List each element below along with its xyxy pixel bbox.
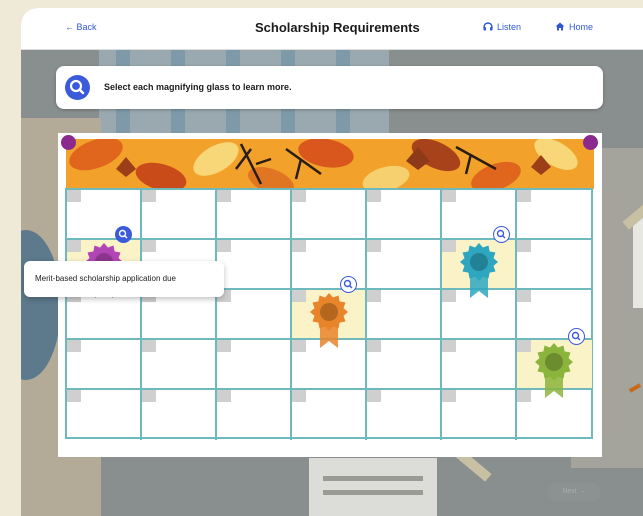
date-tab [67,390,81,402]
date-tab [442,340,456,352]
award-ribbon-icon [460,243,498,298]
date-tab [367,290,381,302]
pin-left [61,135,76,150]
date-tab [517,290,531,302]
home-button[interactable]: Home [555,22,593,32]
magnifier-button[interactable] [340,276,357,293]
calendar-cell [367,340,442,390]
date-tab [67,340,81,352]
home-icon [555,22,565,31]
calendar-grid [65,188,593,440]
magnifier-button[interactable] [568,328,585,345]
calendar-cell [367,390,442,440]
calendar-cell [217,240,292,290]
date-tab [292,340,306,352]
calendar-cell [517,240,592,290]
date-tab [517,240,531,252]
date-tab [217,240,231,252]
date-tab [217,190,231,202]
date-tab [142,240,156,252]
date-tab [442,390,456,402]
page-title: Scholarship Requirements [255,20,420,35]
instruction-text: Select each magnifying glass to learn mo… [104,82,292,92]
calendar-cell [292,390,367,440]
calendar-cell [217,390,292,440]
calendar-cell [442,390,517,440]
listen-label: Listen [497,22,522,32]
date-tab [367,240,381,252]
calendar-cell [292,190,367,240]
calendar-cell [142,340,217,390]
award-ribbon-icon [535,343,573,398]
date-tab [292,290,306,302]
date-tab [142,190,156,202]
calendar-cell [142,390,217,440]
calendar-cell [217,290,292,340]
date-tab [517,340,531,352]
calendar-cell [142,190,217,240]
date-tab [67,240,81,252]
award-ribbon-icon [310,293,348,348]
calendar-cell [367,240,442,290]
calendar-cell [142,290,217,340]
date-tab [517,390,531,402]
listen-button[interactable]: Listen [483,22,521,32]
calendar-cell [67,390,142,440]
date-tab [442,190,456,202]
date-tab [292,190,306,202]
date-tab [217,390,231,402]
background-paper [309,458,437,516]
calendar-cell [367,190,442,240]
calendar-cell [442,340,517,390]
tooltip-text: Merit-based scholarship application due [35,274,176,283]
date-tab [67,190,81,202]
event-tooltip: Merit-based scholarship application due [24,261,224,297]
date-tab [367,340,381,352]
date-tab [292,240,306,252]
date-tab [442,290,456,302]
date-tab [142,340,156,352]
calendar-cell [217,190,292,240]
headphones-icon [483,22,493,31]
calendar-cell [67,340,142,390]
leaves-banner [66,139,594,189]
calendar-cell [517,190,592,240]
top-bar: ← Back Scholarship Requirements Listen H… [21,8,643,50]
app-frame: Next → ← Back Scholarship Requirements L… [21,8,643,516]
date-tab [367,390,381,402]
date-tab [142,390,156,402]
search-icon [118,229,128,239]
date-tab [517,190,531,202]
search-icon [65,75,90,100]
date-tab [292,390,306,402]
pin-right [583,135,598,150]
magnifier-button[interactable] [493,226,510,243]
calendar-cell [367,290,442,340]
home-label: Home [569,22,594,32]
magnifier-button-merit[interactable] [115,226,132,243]
search-icon [343,279,353,289]
calendar-cell [217,340,292,390]
background-board-paper [633,218,643,308]
instruction-card: Select each magnifying glass to learn mo… [56,66,603,109]
date-tab [217,340,231,352]
search-icon [571,331,581,341]
next-button: Next → [548,482,600,502]
back-button[interactable]: ← Back [65,22,97,32]
search-icon [496,229,506,239]
date-tab [367,190,381,202]
date-tab [442,240,456,252]
